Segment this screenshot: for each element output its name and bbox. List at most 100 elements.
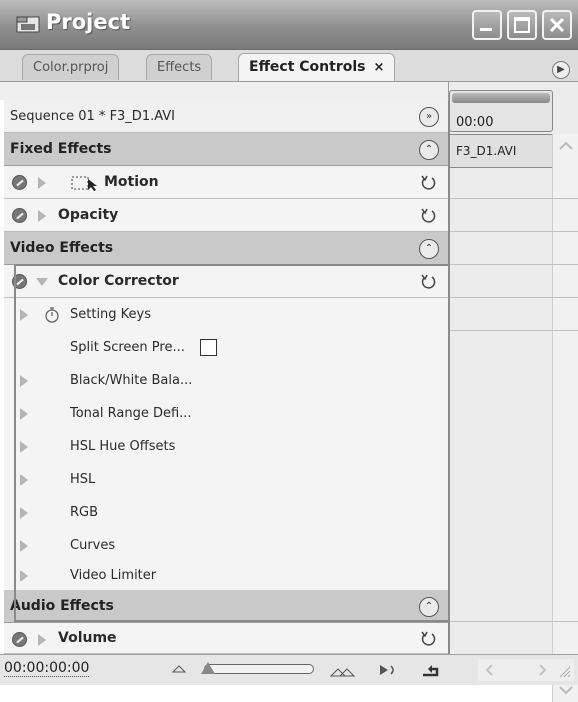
- motion-icon: [71, 176, 97, 191]
- maximize-icon: [514, 17, 530, 33]
- param-row-black-white[interactable]: Black/White Bala...: [4, 364, 448, 398]
- fx-toggle-icon[interactable]: [12, 208, 27, 223]
- minimize-icon: [480, 28, 492, 31]
- divider: [449, 198, 578, 199]
- section-title: Video Effects: [10, 240, 114, 256]
- expand-triangle-icon[interactable]: [38, 634, 46, 646]
- scroll-right-icon[interactable]: [534, 660, 550, 680]
- expand-triangle-icon[interactable]: [20, 408, 28, 420]
- playhead[interactable]: [448, 100, 450, 654]
- effect-row-volume[interactable]: Volume: [4, 623, 448, 654]
- param-row-setting-keys[interactable]: Setting Keys: [4, 298, 448, 332]
- scroll-left-icon[interactable]: [482, 660, 498, 680]
- resize-grip-icon[interactable]: [558, 665, 572, 679]
- param-label: Split Screen Pre...: [70, 340, 185, 355]
- tab-effect-controls[interactable]: Effect Controls ×: [238, 53, 396, 81]
- effect-row-color-corrector[interactable]: Color Corrector: [4, 265, 448, 298]
- timeline-panel: 00:00 F3_D1.AVI: [448, 82, 578, 702]
- sequence-label: Sequence 01 * F3_D1.AVI: [10, 109, 176, 124]
- horizontal-scrollbar[interactable]: [478, 659, 574, 681]
- expand-triangle-icon[interactable]: [20, 474, 28, 486]
- bottom-bar: 00:00:00:00: [0, 654, 578, 685]
- divider: [449, 297, 578, 298]
- tab-strip: Color.prproj Effects Effect Controls × ▶: [0, 50, 578, 82]
- expand-triangle-icon[interactable]: [20, 441, 28, 453]
- tab-project[interactable]: Color.prproj: [22, 54, 120, 80]
- collapse-icon[interactable]: ⌃: [419, 140, 439, 160]
- param-row-video-limiter[interactable]: Video Limiter: [4, 562, 448, 590]
- zoom-in-icon[interactable]: [330, 661, 356, 679]
- param-label: Black/White Bala...: [70, 373, 193, 388]
- expand-triangle-icon[interactable]: [20, 309, 28, 321]
- param-row-split-screen[interactable]: Split Screen Pre...: [4, 331, 448, 365]
- divider: [449, 330, 578, 331]
- effect-name: Motion: [104, 174, 159, 190]
- close-button[interactable]: [542, 10, 572, 40]
- time-ruler[interactable]: 00:00: [449, 90, 553, 132]
- tab-close-icon[interactable]: ×: [373, 60, 384, 75]
- reset-icon[interactable]: [418, 173, 438, 193]
- tab-label: Effect Controls: [249, 59, 366, 75]
- stopwatch-icon[interactable]: [44, 307, 60, 323]
- fx-toggle-icon[interactable]: [12, 632, 27, 647]
- divider: [449, 231, 578, 232]
- collapse-triangle-icon[interactable]: [36, 278, 48, 286]
- ruler-time-label: 00:00: [456, 115, 494, 130]
- tab-effects[interactable]: Effects: [146, 54, 213, 80]
- play-audio-icon[interactable]: [378, 661, 398, 679]
- param-row-curves[interactable]: Curves: [4, 529, 448, 563]
- maximize-button[interactable]: [507, 10, 537, 40]
- expand-triangle-icon[interactable]: [20, 375, 28, 387]
- section-title: Fixed Effects: [10, 141, 112, 157]
- effect-name: Color Corrector: [58, 273, 179, 289]
- zoom-slider-thumb[interactable]: [201, 662, 215, 674]
- reset-icon[interactable]: [418, 206, 438, 226]
- title-bar: Project: [0, 0, 578, 50]
- loop-audio-icon[interactable]: [420, 661, 440, 679]
- vertical-scrollbar[interactable]: [552, 134, 578, 702]
- effect-name: Volume: [58, 630, 117, 646]
- fx-toggle-icon[interactable]: [12, 274, 27, 289]
- collapse-icon[interactable]: ⌃: [419, 597, 439, 617]
- zoom-out-icon[interactable]: [172, 663, 186, 673]
- param-row-hsl[interactable]: HSL: [4, 463, 448, 497]
- zoom-slider[interactable]: [201, 662, 314, 674]
- tab-label: Effects: [157, 60, 202, 75]
- param-label: HSL: [70, 472, 96, 487]
- param-label: Tonal Range Defi...: [70, 406, 192, 421]
- current-timecode[interactable]: 00:00:00:00: [4, 660, 90, 677]
- panel-menu-icon[interactable]: ▶: [552, 61, 570, 79]
- fx-toggle-icon[interactable]: [12, 175, 27, 190]
- section-title: Audio Effects: [10, 598, 114, 614]
- effects-list: Sequence 01 * F3_D1.AVI » Fixed Effects …: [4, 100, 448, 654]
- divider: [449, 264, 578, 265]
- expand-triangle-icon[interactable]: [20, 570, 28, 582]
- param-row-rgb[interactable]: RGB: [4, 496, 448, 530]
- expand-timeline-icon[interactable]: »: [419, 107, 439, 127]
- param-row-tonal-range[interactable]: Tonal Range Defi...: [4, 397, 448, 431]
- expand-triangle-icon[interactable]: [38, 177, 46, 189]
- audio-effects-header: Audio Effects ⌃: [4, 590, 448, 623]
- param-label: Curves: [70, 538, 116, 553]
- expand-triangle-icon[interactable]: [20, 507, 28, 519]
- split-screen-checkbox[interactable]: [200, 339, 217, 356]
- param-label: Setting Keys: [70, 307, 152, 322]
- param-label: HSL Hue Offsets: [70, 439, 176, 454]
- expand-triangle-icon[interactable]: [20, 540, 28, 552]
- reset-icon[interactable]: [418, 272, 438, 292]
- expand-triangle-icon[interactable]: [38, 210, 46, 222]
- video-effects-header: Video Effects ⌃: [4, 232, 448, 265]
- param-row-hsl-hue-offsets[interactable]: HSL Hue Offsets: [4, 430, 448, 464]
- effect-row-motion[interactable]: Motion: [4, 166, 448, 199]
- collapse-icon[interactable]: ⌃: [419, 239, 439, 259]
- minimize-button[interactable]: [472, 10, 502, 40]
- scroll-up-icon[interactable]: [554, 138, 578, 154]
- fixed-effects-header: Fixed Effects ⌃: [4, 133, 448, 166]
- param-label: Video Limiter: [70, 568, 157, 583]
- work-area-bar[interactable]: [452, 93, 550, 103]
- clip-bar[interactable]: F3_D1.AVI: [449, 134, 553, 168]
- reset-icon[interactable]: [418, 629, 438, 649]
- effect-row-opacity[interactable]: Opacity: [4, 199, 448, 232]
- divider: [449, 621, 578, 622]
- close-icon: [549, 17, 565, 33]
